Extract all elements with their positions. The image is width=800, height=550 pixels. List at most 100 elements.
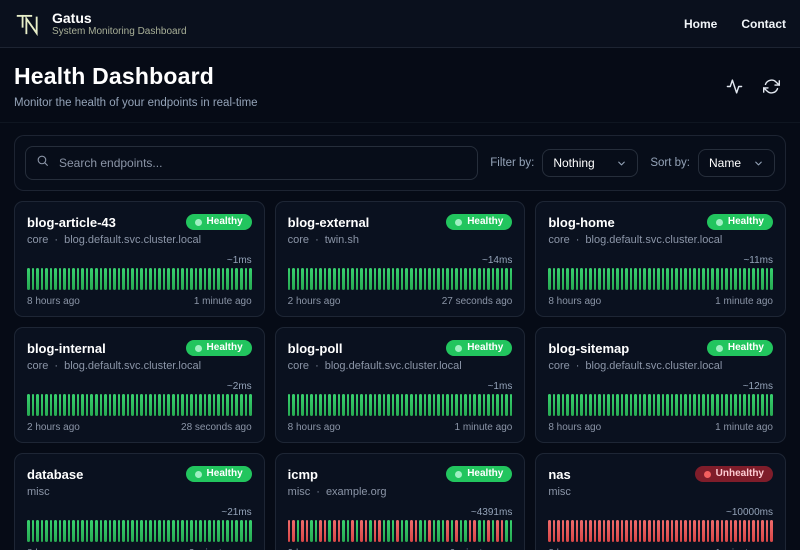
status-bar[interactable] (711, 520, 714, 542)
status-bar[interactable] (158, 268, 161, 290)
status-bar[interactable] (355, 394, 359, 416)
status-bar[interactable] (67, 268, 71, 290)
status-bar[interactable] (548, 394, 551, 416)
status-bar[interactable] (756, 268, 760, 290)
status-bar[interactable] (176, 394, 180, 416)
status-bar[interactable] (509, 268, 513, 290)
status-bar[interactable] (414, 520, 418, 542)
status-bar[interactable] (566, 394, 569, 416)
status-bar[interactable] (230, 268, 234, 290)
status-bar[interactable] (149, 394, 152, 416)
status-bar[interactable] (63, 520, 66, 542)
status-bar[interactable] (360, 394, 363, 416)
status-bar[interactable] (419, 394, 422, 416)
status-bar[interactable] (598, 520, 601, 542)
status-bar[interactable] (464, 394, 467, 416)
status-bar[interactable] (679, 268, 683, 290)
status-bar[interactable] (144, 394, 148, 416)
status-bar[interactable] (734, 268, 737, 290)
status-bar[interactable] (323, 268, 327, 290)
status-bar[interactable] (31, 520, 35, 542)
status-bar[interactable] (36, 268, 39, 290)
status-bar[interactable] (697, 268, 701, 290)
status-bar[interactable] (410, 520, 413, 542)
status-bar[interactable] (190, 520, 193, 542)
status-bar[interactable] (720, 394, 724, 416)
status-bar[interactable] (203, 520, 207, 542)
status-bar[interactable] (446, 520, 449, 542)
status-bar[interactable] (305, 394, 309, 416)
status-bar[interactable] (190, 268, 193, 290)
status-bar[interactable] (666, 394, 669, 416)
search-input[interactable] (57, 155, 468, 171)
status-bar[interactable] (172, 394, 175, 416)
status-bar[interactable] (346, 394, 350, 416)
status-bar[interactable] (446, 394, 449, 416)
endpoint-card[interactable]: blog-internal Healthy core · blog.defaul… (14, 327, 265, 443)
status-bar[interactable] (387, 268, 390, 290)
status-bar[interactable] (90, 520, 93, 542)
status-bar[interactable] (323, 394, 327, 416)
status-bar[interactable] (194, 268, 198, 290)
status-bar[interactable] (153, 268, 157, 290)
status-bar[interactable] (378, 520, 381, 542)
status-bar[interactable] (391, 394, 395, 416)
status-bar[interactable] (715, 268, 719, 290)
status-bar[interactable] (593, 520, 597, 542)
status-bar[interactable] (575, 520, 579, 542)
status-bar[interactable] (487, 268, 490, 290)
status-bar[interactable] (113, 394, 116, 416)
status-bar[interactable] (140, 520, 143, 542)
status-bar[interactable] (638, 394, 642, 416)
status-bar[interactable] (738, 520, 742, 542)
status-bar[interactable] (496, 268, 499, 290)
status-bar[interactable] (570, 520, 574, 542)
status-bar[interactable] (702, 394, 705, 416)
status-bar[interactable] (616, 268, 619, 290)
status-bar[interactable] (45, 520, 48, 542)
status-bar[interactable] (725, 268, 728, 290)
status-bar[interactable] (67, 520, 71, 542)
status-bar[interactable] (226, 268, 229, 290)
status-bar[interactable] (611, 268, 615, 290)
status-bar[interactable] (378, 394, 381, 416)
status-bar[interactable] (557, 394, 560, 416)
status-bar[interactable] (765, 520, 769, 542)
status-bar[interactable] (117, 520, 121, 542)
status-bar[interactable] (181, 394, 184, 416)
status-bar[interactable] (761, 394, 764, 416)
status-bar[interactable] (235, 394, 238, 416)
status-bar[interactable] (477, 394, 481, 416)
status-bar[interactable] (634, 268, 637, 290)
status-bar[interactable] (552, 520, 556, 542)
status-bar[interactable] (122, 520, 125, 542)
status-bar[interactable] (314, 520, 318, 542)
status-bar[interactable] (126, 394, 130, 416)
status-bar[interactable] (81, 394, 84, 416)
status-bar[interactable] (693, 268, 696, 290)
endpoint-card[interactable]: blog-home Healthy core · blog.default.sv… (535, 201, 786, 317)
status-bar[interactable] (720, 520, 724, 542)
status-bar[interactable] (670, 394, 674, 416)
status-bar[interactable] (410, 394, 413, 416)
status-bar[interactable] (584, 268, 588, 290)
status-bar[interactable] (482, 268, 486, 290)
status-bar[interactable] (428, 520, 431, 542)
status-bar[interactable] (387, 394, 390, 416)
endpoint-card[interactable]: database Healthy misc ~21ms 8 hours ago … (14, 453, 265, 550)
status-bar[interactable] (566, 268, 569, 290)
status-bar[interactable] (770, 394, 773, 416)
status-bar[interactable] (648, 268, 651, 290)
status-bar[interactable] (217, 394, 220, 416)
activity-icon[interactable] (726, 78, 743, 95)
status-bar[interactable] (598, 394, 601, 416)
status-bar[interactable] (113, 268, 116, 290)
status-bar[interactable] (557, 268, 560, 290)
status-bar[interactable] (332, 268, 336, 290)
status-bar[interactable] (743, 268, 746, 290)
status-bar[interactable] (292, 394, 295, 416)
status-bar[interactable] (104, 520, 107, 542)
status-bar[interactable] (199, 520, 202, 542)
status-bar[interactable] (244, 520, 248, 542)
status-bar[interactable] (199, 268, 202, 290)
